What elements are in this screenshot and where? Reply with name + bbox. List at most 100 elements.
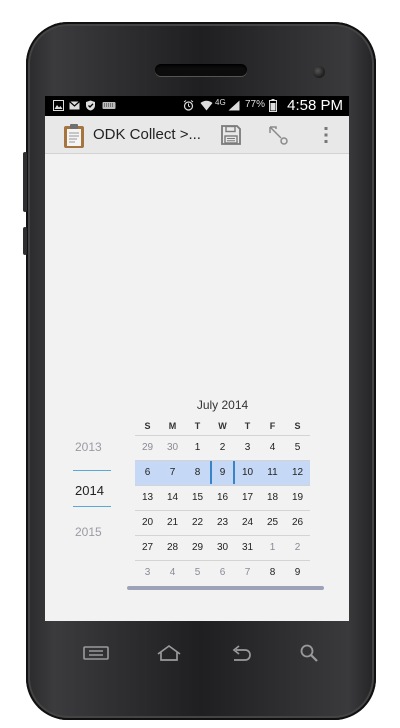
volume-button	[23, 152, 27, 212]
battery-percent: 77%	[245, 99, 266, 110]
calendar-day[interactable]: 4	[160, 567, 185, 578]
selected-day-marker	[210, 461, 212, 484]
calendar-day[interactable]: 2	[285, 542, 310, 553]
calendar-day[interactable]: 30	[160, 442, 185, 453]
calendar-day[interactable]: 13	[135, 492, 160, 503]
calendar-day[interactable]: 4	[260, 442, 285, 453]
gmail-icon	[69, 101, 80, 110]
weekday-header: T	[194, 421, 201, 431]
screen: 4G 77% 4:58 PM ODK Collect >... 2013 201…	[45, 96, 349, 621]
battery-icon	[269, 99, 277, 112]
weekday-header: T	[244, 421, 251, 431]
back-key[interactable]	[225, 642, 253, 664]
home-icon	[157, 644, 181, 661]
row-divider	[135, 485, 310, 486]
action-bar: ODK Collect >...	[45, 116, 349, 154]
horizontal-scrollbar[interactable]	[127, 586, 324, 590]
gallery-icon	[53, 100, 64, 111]
calendar-day[interactable]: 6	[135, 467, 160, 478]
calendar-day[interactable]: 5	[285, 442, 310, 453]
side-button	[23, 227, 27, 255]
row-divider	[135, 460, 310, 461]
year-picker[interactable]: 2013 2014 2015	[69, 393, 133, 596]
signal-icon	[228, 100, 240, 111]
save-button[interactable]	[218, 122, 244, 148]
date-picker: 2013 2014 2015 July 2014 S M T W T F S 29 30 1 2 3 4…	[69, 393, 325, 596]
overflow-menu-button[interactable]	[313, 122, 339, 148]
menu-key[interactable]	[82, 642, 110, 664]
row-divider	[135, 510, 310, 511]
weekday-header: S	[294, 421, 301, 431]
year-selection-top-line	[73, 470, 111, 471]
calendar-day[interactable]: 3	[135, 567, 160, 578]
calendar-day[interactable]: 11	[260, 467, 285, 478]
calendar-day[interactable]: 25	[260, 517, 285, 528]
row-divider	[135, 560, 310, 561]
calendar-day[interactable]: 27	[135, 542, 160, 553]
navigate-icon	[269, 126, 288, 145]
calendar-day[interactable]: 2	[210, 442, 235, 453]
weekday-header: W	[218, 421, 227, 431]
calendar-day[interactable]: 29	[185, 542, 210, 553]
weekday-header: S	[144, 421, 151, 431]
weekday-header: F	[269, 421, 276, 431]
calendar-day[interactable]: 8	[185, 467, 210, 478]
calendar-day[interactable]: 8	[260, 567, 285, 578]
calendar-day[interactable]: 20	[135, 517, 160, 528]
clock: 4:58 PM	[287, 97, 343, 114]
wifi-icon	[200, 100, 213, 111]
row-divider	[135, 435, 310, 436]
navigate-button[interactable]	[265, 122, 291, 148]
selected-day[interactable]: 9	[210, 467, 235, 478]
calendar-day[interactable]: 1	[260, 542, 285, 553]
earpiece-speaker	[155, 64, 247, 76]
calendar-day[interactable]: 7	[235, 567, 260, 578]
shield-icon	[86, 100, 95, 111]
row-divider	[135, 535, 310, 536]
calendar-day[interactable]: 17	[235, 492, 260, 503]
calendar-day[interactable]: 6	[210, 567, 235, 578]
status-bar: 4G 77% 4:58 PM	[45, 96, 349, 116]
home-key[interactable]	[155, 642, 183, 664]
calendar-day[interactable]: 3	[235, 442, 260, 453]
year-option-selected[interactable]: 2014	[75, 483, 104, 498]
search-icon	[300, 644, 318, 662]
calendar-day[interactable]: 14	[160, 492, 185, 503]
year-selection-bottom-line	[73, 506, 111, 507]
calendar-day[interactable]: 7	[160, 467, 185, 478]
weekday-header: M	[168, 421, 177, 431]
alarm-icon	[183, 100, 194, 111]
month-calendar: July 2014 S M T W T F S 29 30 1 2 3 4 5 6 7 8 9 10 11 12 13 14…	[127, 393, 325, 596]
calendar-day[interactable]: 10	[235, 467, 260, 478]
calendar-day[interactable]: 19	[285, 492, 310, 503]
search-key[interactable]	[295, 642, 323, 664]
year-option[interactable]: 2013	[75, 440, 102, 454]
calendar-day[interactable]: 5	[185, 567, 210, 578]
calendar-day[interactable]: 24	[235, 517, 260, 528]
month-title: July 2014	[196, 398, 249, 412]
app-title[interactable]: ODK Collect >...	[93, 126, 201, 143]
calendar-day[interactable]: 18	[260, 492, 285, 503]
calendar-day[interactable]: 29	[135, 442, 160, 453]
clipboard-app-icon[interactable]	[63, 123, 85, 149]
calendar-day[interactable]: 12	[285, 467, 310, 478]
front-camera	[313, 66, 325, 78]
calendar-day[interactable]: 15	[185, 492, 210, 503]
calendar-day[interactable]: 22	[185, 517, 210, 528]
keyboard-icon	[102, 102, 116, 109]
overflow-menu-icon	[324, 127, 328, 143]
calendar-day[interactable]: 26	[285, 517, 310, 528]
save-icon	[221, 125, 241, 145]
menu-icon	[83, 646, 109, 660]
calendar-day[interactable]: 9	[285, 567, 310, 578]
calendar-day[interactable]: 31	[235, 542, 260, 553]
calendar-day[interactable]: 28	[160, 542, 185, 553]
calendar-day[interactable]: 30	[210, 542, 235, 553]
calendar-day[interactable]: 21	[160, 517, 185, 528]
back-icon	[232, 645, 251, 661]
calendar-day[interactable]: 23	[210, 517, 235, 528]
network-type-label: 4G	[215, 98, 226, 107]
calendar-day[interactable]: 16	[210, 492, 235, 503]
calendar-day[interactable]: 1	[185, 442, 210, 453]
year-option[interactable]: 2015	[75, 525, 102, 539]
